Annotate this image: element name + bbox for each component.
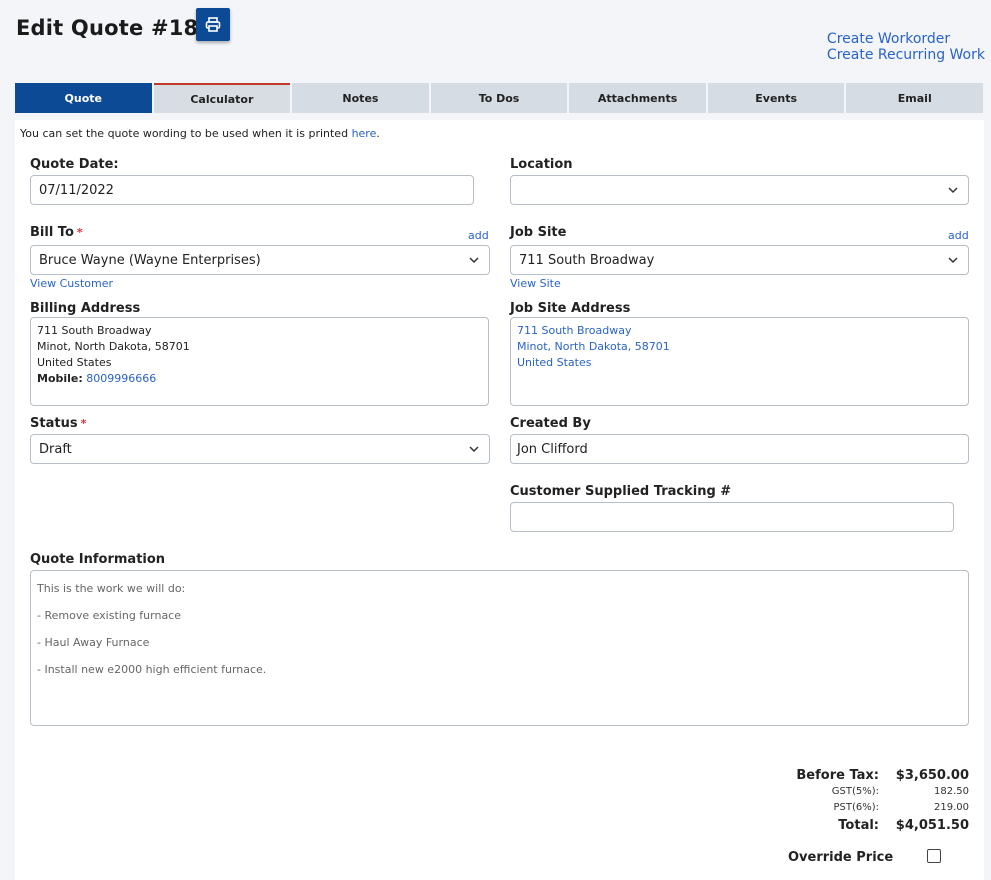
mobile-phone-link[interactable]: 8009996666: [86, 372, 156, 385]
billing-address-label: Billing Address: [30, 301, 141, 316]
chevron-down-icon: [948, 187, 958, 194]
tracking-input[interactable]: [510, 502, 954, 532]
bill-to-add-link[interactable]: add: [468, 229, 489, 242]
override-price-checkbox[interactable]: [927, 849, 941, 863]
total-row: Total: $4,051.50: [838, 818, 969, 833]
status-label: Status *: [30, 416, 87, 431]
before-tax-row: Before Tax: $3,650.00: [796, 768, 969, 783]
tab-email[interactable]: Email: [846, 83, 984, 113]
quote-panel: You can set the quote wording to be used…: [15, 120, 984, 880]
job-site-select[interactable]: 711 South Broadway: [510, 245, 969, 275]
job-site-address-label: Job Site Address: [510, 301, 631, 316]
chevron-down-icon: [469, 446, 479, 453]
view-customer-link[interactable]: View Customer: [30, 277, 113, 290]
tab-calculator[interactable]: Calculator: [153, 83, 291, 113]
job-site-address-box[interactable]: 711 South Broadway Minot, North Dakota, …: [510, 317, 969, 406]
chevron-down-icon: [469, 257, 479, 264]
create-recurring-work-link[interactable]: Create Recurring Work: [827, 47, 985, 63]
header-actions: Create Workorder Create Recurring Work: [827, 31, 985, 63]
create-workorder-link[interactable]: Create Workorder: [827, 31, 985, 47]
created-by-label: Created By: [510, 416, 591, 431]
quote-date-label: Quote Date:: [30, 157, 119, 172]
job-site-label: Job Site: [510, 225, 567, 240]
quote-date-input[interactable]: 07/11/2022: [30, 175, 474, 205]
view-site-link[interactable]: View Site: [510, 277, 561, 290]
quote-information-textarea[interactable]: This is the work we will do: - Remove ex…: [30, 570, 969, 726]
required-marker: *: [80, 417, 87, 430]
location-label: Location: [510, 157, 573, 172]
quote-wording-notice: You can set the quote wording to be used…: [20, 127, 380, 140]
quote-information-label: Quote Information: [30, 552, 166, 567]
tab-attachments[interactable]: Attachments: [569, 83, 706, 113]
tab-notes[interactable]: Notes: [292, 83, 429, 113]
override-price-label: Override Price: [788, 850, 894, 865]
location-select[interactable]: [510, 175, 969, 205]
chevron-down-icon: [948, 257, 958, 264]
tab-quote[interactable]: Quote: [15, 83, 152, 113]
required-marker: *: [76, 226, 83, 239]
created-by-input[interactable]: Jon Clifford: [510, 434, 969, 464]
printer-icon: [205, 17, 221, 32]
status-select[interactable]: Draft: [30, 434, 490, 464]
pst-row: PST(6%): 219.00: [833, 802, 969, 813]
bill-to-select[interactable]: Bruce Wayne (Wayne Enterprises): [30, 245, 490, 275]
gst-row: GST(5%): 182.50: [831, 786, 969, 797]
billing-address-box: 711 South Broadway Minot, North Dakota, …: [30, 317, 489, 406]
totals-summary: Before Tax: $3,650.00 GST(5%): 182.50 PST(…: [679, 768, 969, 836]
tab-events[interactable]: Events: [707, 83, 845, 113]
tracking-label: Customer Supplied Tracking #: [510, 484, 732, 499]
quote-wording-link[interactable]: here: [352, 127, 377, 140]
job-site-add-link[interactable]: add: [948, 229, 969, 242]
bill-to-label: Bill To *: [30, 225, 83, 240]
tab-to-dos[interactable]: To Dos: [430, 83, 568, 113]
print-button[interactable]: [196, 8, 230, 41]
tab-bar: Quote Calculator Notes To Dos Attachment…: [15, 83, 984, 113]
